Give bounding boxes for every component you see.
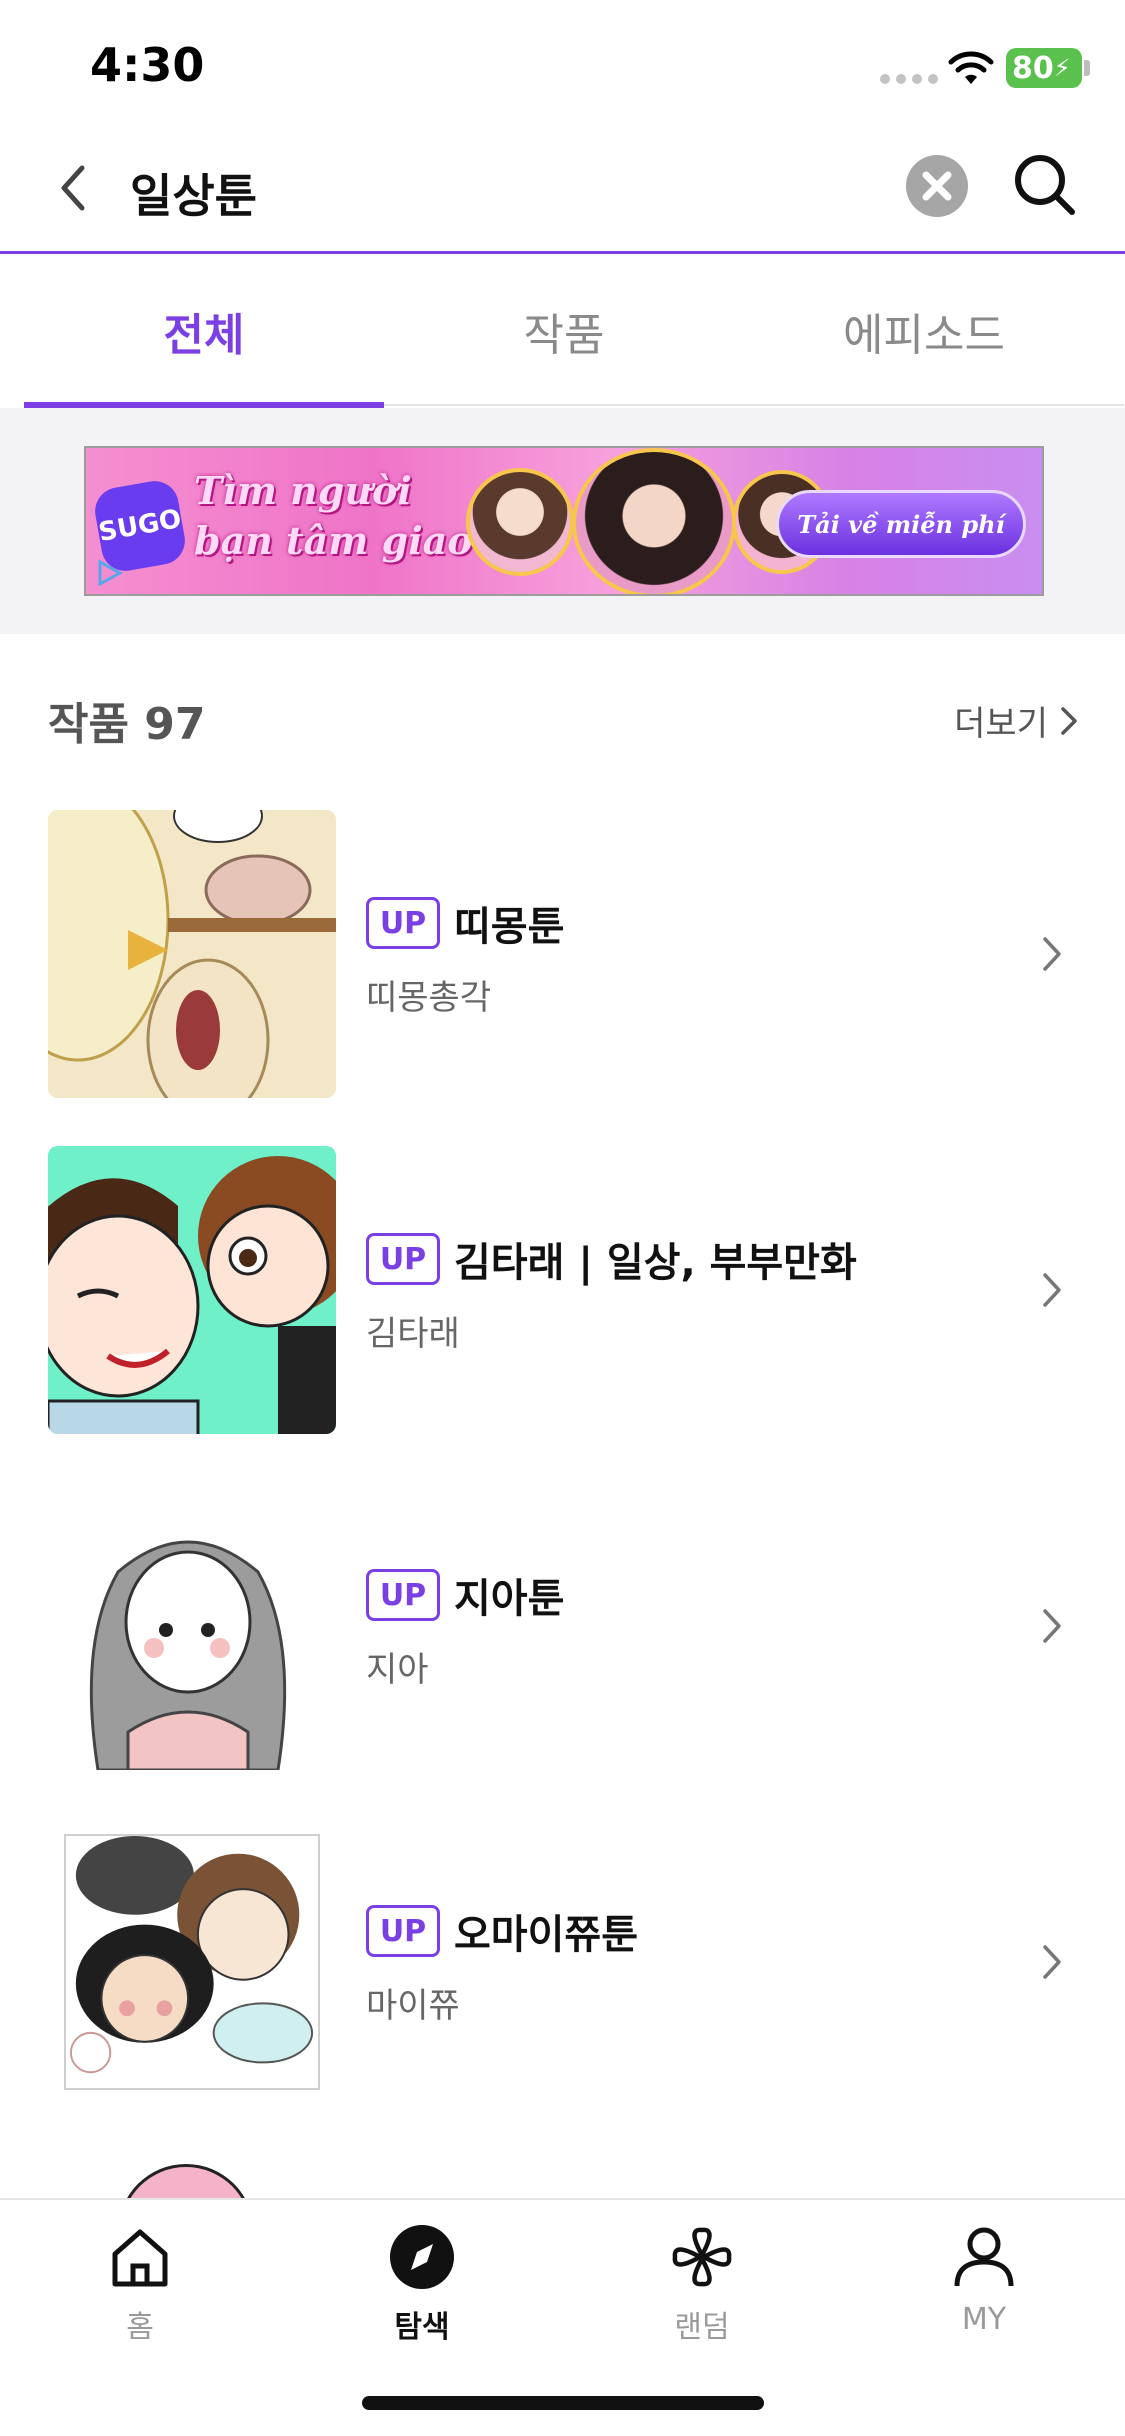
chevron-right-icon xyxy=(1043,1273,1061,1307)
work-author: 지아 xyxy=(366,1650,429,1690)
ad-headline-line2: bạn tâm giao xyxy=(194,518,473,563)
battery-icon: 80 ⚡ xyxy=(1006,48,1082,88)
works-section-header: 작품 97 더보기 xyxy=(48,688,1078,750)
nav-label: MY xyxy=(961,2302,1007,2337)
work-title: 김타래 | 일상, 부부만화 xyxy=(454,1240,857,1286)
up-badge: UP xyxy=(366,1905,440,1957)
up-badge: UP xyxy=(366,1233,440,1285)
work-title: 띠몽툰 xyxy=(454,904,565,950)
search-icon[interactable] xyxy=(1012,152,1078,218)
work-title-row: UP 지아툰 xyxy=(366,1566,564,1624)
compass-icon xyxy=(390,2225,454,2289)
nav-label: 탐색 xyxy=(394,2310,450,2345)
work-thumbnail xyxy=(64,1834,320,2090)
ad-area: SUGO Tìm người bạn tâm giao Tải về miễn … xyxy=(0,408,1125,634)
search-header: 일상툰 xyxy=(0,130,1125,254)
list-item[interactable]: UP 오마이쮸툰 마이쮸 xyxy=(0,1818,1125,2154)
ad-photo xyxy=(572,448,736,594)
ad-cta-button[interactable]: Tải về miễn phí xyxy=(776,490,1026,558)
chevron-right-icon xyxy=(1043,1609,1061,1643)
search-input[interactable]: 일상툰 xyxy=(130,160,257,226)
work-author: 김타래 xyxy=(366,1314,460,1354)
section-title: 작품 97 xyxy=(48,699,206,750)
nav-my[interactable]: MY xyxy=(904,2222,1064,2352)
work-title-row: UP 김타래 | 일상, 부부만화 xyxy=(366,1230,857,1288)
ad-banner[interactable]: SUGO Tìm người bạn tâm giao Tải về miễn … xyxy=(84,446,1044,596)
nav-label: 홈 xyxy=(126,2310,154,2345)
ad-photo xyxy=(466,468,574,576)
search-tabs: 전체 작품 에피소드 xyxy=(24,256,1124,408)
work-title-row: UP 띠몽툰 xyxy=(366,894,564,952)
work-thumbnail xyxy=(48,1482,336,1770)
home-indicator xyxy=(362,2396,764,2410)
close-icon xyxy=(922,171,952,201)
home-icon xyxy=(112,2229,168,2287)
clear-search-button[interactable] xyxy=(906,155,968,217)
tab-episodes[interactable]: 에피소드 xyxy=(744,256,1104,406)
wifi-icon xyxy=(948,51,994,84)
ad-headline-line1: Tìm người xyxy=(194,468,412,513)
status-bar: 4:30 80 ⚡ xyxy=(0,0,1125,130)
more-link[interactable]: 더보기 xyxy=(954,696,1078,745)
work-author: 마이쮸 xyxy=(366,1986,460,2026)
work-thumbnail xyxy=(48,1146,336,1434)
work-title: 지아툰 xyxy=(454,1576,565,1622)
more-link-label: 더보기 xyxy=(954,704,1048,744)
work-thumbnail xyxy=(48,810,336,1098)
work-list: UP 띠몽툰 띠몽총각 UP 김타래 | 일상, 부부만화 김타래 UP 지아툰… xyxy=(0,810,1125,2154)
ad-headline: Tìm người bạn tâm giao xyxy=(194,466,494,566)
nav-home[interactable]: 홈 xyxy=(60,2222,220,2352)
list-item[interactable]: UP 김타래 | 일상, 부부만화 김타래 xyxy=(0,1146,1125,1482)
battery-level: 80 xyxy=(1012,50,1054,86)
back-arrow-icon[interactable] xyxy=(52,158,92,218)
work-author: 띠몽총각 xyxy=(366,978,492,1018)
up-badge: UP xyxy=(366,1569,440,1621)
up-badge: UP xyxy=(366,897,440,949)
person-icon xyxy=(954,2227,1014,2287)
ad-choices-icon[interactable] xyxy=(94,558,124,588)
list-item[interactable]: UP 지아툰 지아 xyxy=(0,1482,1125,1818)
clover-icon xyxy=(672,2227,732,2287)
chevron-right-icon xyxy=(1043,1945,1061,1979)
nav-label: 랜덤 xyxy=(674,2310,730,2345)
cellular-signal-icon xyxy=(880,74,938,84)
nav-explore[interactable]: 탐색 xyxy=(342,2222,502,2352)
nav-random[interactable]: 랜덤 xyxy=(622,2222,782,2352)
work-title: 오마이쮸툰 xyxy=(454,1912,638,1958)
tab-works[interactable]: 작품 xyxy=(384,256,744,406)
work-title-row: UP 오마이쮸툰 xyxy=(366,1902,638,1960)
chevron-right-icon xyxy=(1043,937,1061,971)
tab-all[interactable]: 전체 xyxy=(24,256,384,408)
status-time: 4:30 xyxy=(90,38,205,92)
chevron-right-icon xyxy=(1061,706,1077,735)
list-item[interactable]: UP 띠몽툰 띠몽총각 xyxy=(0,810,1125,1146)
